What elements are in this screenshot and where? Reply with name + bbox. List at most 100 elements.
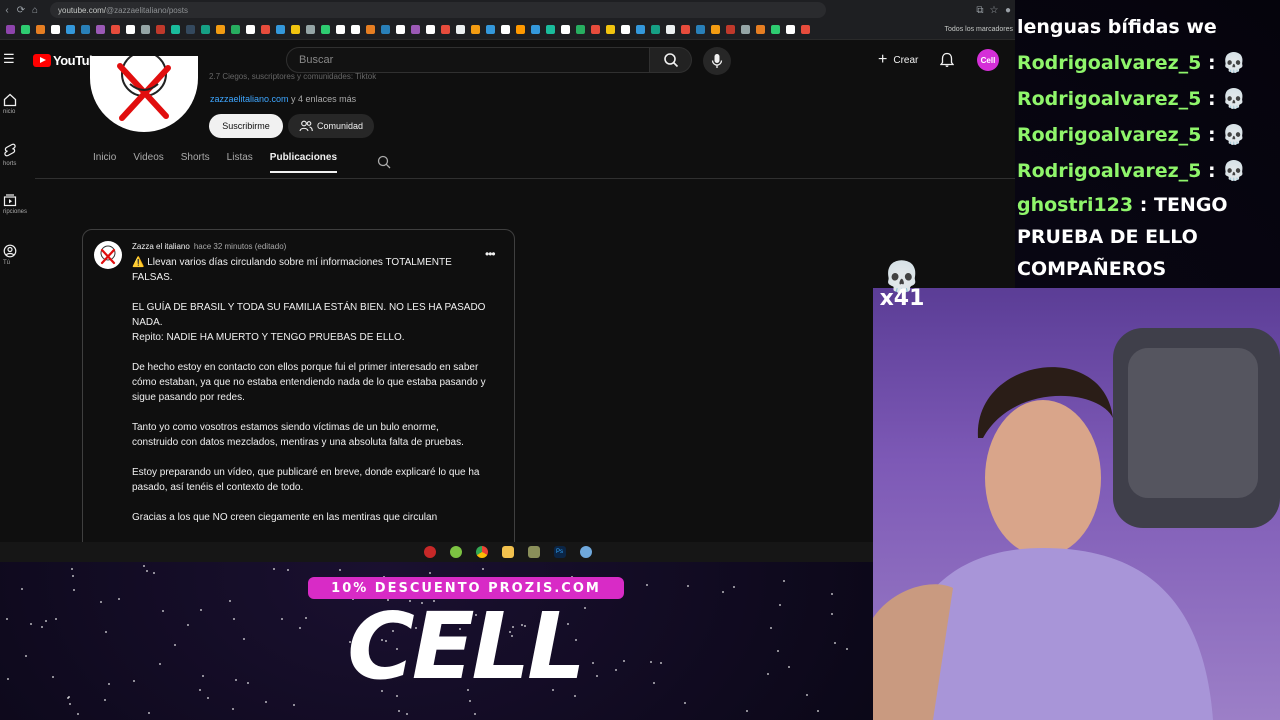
bookmark-icon[interactable] [741, 25, 750, 34]
channel-more-links[interactable]: y 4 enlaces más [289, 94, 356, 104]
bookmark-icon[interactable] [126, 25, 135, 34]
bookmark-icon[interactable] [456, 25, 465, 34]
bookmark-icon[interactable] [591, 25, 600, 34]
bookmark-icon[interactable] [381, 25, 390, 34]
extensions-icon[interactable]: ⧉ [973, 5, 987, 16]
bookmark-icon[interactable] [561, 25, 570, 34]
tab-inicio[interactable]: Inicio [93, 152, 116, 173]
address-bar[interactable]: youtube.com/@zazzaelitaliano/posts [50, 2, 826, 18]
bookmark-icon[interactable] [756, 25, 765, 34]
bookmark-icon[interactable] [516, 25, 525, 34]
star [200, 609, 202, 611]
bookmark-icon[interactable] [51, 25, 60, 34]
bookmark-icon[interactable] [66, 25, 75, 34]
bookmark-icon[interactable] [276, 25, 285, 34]
create-button[interactable]: + Crear [868, 48, 928, 72]
search-input[interactable]: Buscar [286, 47, 650, 73]
bookmark-icon[interactable] [426, 25, 435, 34]
bookmark-icon[interactable] [576, 25, 585, 34]
bookmark-icon[interactable] [711, 25, 720, 34]
bookmark-icon[interactable] [156, 25, 165, 34]
bookmark-icon[interactable] [786, 25, 795, 34]
menu-icon[interactable]: ☰ [3, 52, 15, 65]
folder-icon[interactable] [501, 546, 514, 558]
channel-website-link[interactable]: zazzaelitaliano.com [210, 94, 289, 104]
channel-avatar[interactable] [90, 56, 198, 132]
bookmark-icon[interactable] [651, 25, 660, 34]
tab-videos[interactable]: Videos [133, 152, 163, 173]
bookmark-icon[interactable] [681, 25, 690, 34]
rail-label-shorts: horts [3, 161, 17, 167]
bookmark-icon[interactable] [636, 25, 645, 34]
bookmark-icon[interactable] [366, 25, 375, 34]
rail-item-subscriptions[interactable]: ripciones [0, 193, 28, 215]
bookmark-icon[interactable] [606, 25, 615, 34]
tab-shorts[interactable]: Shorts [181, 152, 210, 173]
bookmark-icon[interactable] [771, 25, 780, 34]
profile-icon[interactable]: ● [1001, 5, 1015, 16]
bookmark-star-icon[interactable]: ☆ [987, 5, 1001, 16]
notifications-button[interactable] [939, 52, 955, 73]
bookmark-icon[interactable] [486, 25, 495, 34]
app-icon[interactable] [527, 546, 540, 558]
bookmark-icon[interactable] [666, 25, 675, 34]
bookmark-icon[interactable] [186, 25, 195, 34]
bookmark-icon[interactable] [531, 25, 540, 34]
channel-search-button[interactable] [377, 155, 391, 174]
app-icon[interactable] [579, 546, 592, 558]
back-icon[interactable]: ‹ [0, 5, 14, 16]
post-author-name[interactable]: Zazza el italiano [132, 242, 190, 251]
bookmark-icon[interactable] [396, 25, 405, 34]
bookmark-icon[interactable] [231, 25, 240, 34]
bookmark-icon[interactable] [216, 25, 225, 34]
bookmark-icon[interactable] [441, 25, 450, 34]
bookmark-icon[interactable] [411, 25, 420, 34]
search-button[interactable] [650, 47, 692, 73]
app-icon[interactable] [423, 546, 436, 558]
bookmark-icon[interactable] [291, 25, 300, 34]
bookmark-icon[interactable] [726, 25, 735, 34]
bookmark-icon[interactable] [351, 25, 360, 34]
all-bookmarks-link[interactable]: Todos los marcadores [945, 26, 1013, 33]
bookmark-icon[interactable] [141, 25, 150, 34]
rail-item-home[interactable]: nicio [0, 93, 28, 115]
bookmark-icon[interactable] [336, 25, 345, 34]
bookmark-icon[interactable] [201, 25, 210, 34]
rail-item-you[interactable]: Tú [0, 244, 28, 266]
reload-icon[interactable]: ⟳ [14, 5, 28, 16]
bookmark-icon[interactable] [261, 25, 270, 34]
bookmark-icon[interactable] [546, 25, 555, 34]
home-icon[interactable]: ⌂ [28, 5, 42, 16]
bookmark-icon[interactable] [321, 25, 330, 34]
rail-item-shorts[interactable]: horts [0, 143, 28, 167]
post-author-avatar[interactable] [94, 241, 122, 269]
bookmark-icon[interactable] [171, 25, 180, 34]
bookmark-icon[interactable] [696, 25, 705, 34]
tab-listas[interactable]: Listas [227, 152, 253, 173]
bookmark-icon[interactable] [111, 25, 120, 34]
post-timestamp[interactable]: hace 32 minutos (editado) [194, 242, 287, 251]
tab-publicaciones[interactable]: Publicaciones [269, 152, 338, 173]
chrome-icon[interactable] [475, 546, 488, 558]
bookmark-icon[interactable] [621, 25, 630, 34]
voice-search-button[interactable] [703, 47, 731, 75]
star [650, 661, 652, 663]
bookmark-icon[interactable] [81, 25, 90, 34]
bookmark-icon[interactable] [36, 25, 45, 34]
community-button[interactable]: Comunidad [288, 114, 374, 138]
bookmark-icon[interactable] [6, 25, 15, 34]
account-avatar[interactable]: Cell [977, 49, 999, 71]
bookmark-icon[interactable] [306, 25, 315, 34]
home-icon [3, 93, 17, 107]
chat-separator: : [1208, 52, 1216, 74]
bookmark-icon[interactable] [96, 25, 105, 34]
photoshop-icon[interactable]: Ps [553, 546, 566, 558]
subscribe-button[interactable]: Suscribirme [209, 114, 283, 138]
star [273, 568, 275, 570]
bookmark-icon[interactable] [471, 25, 480, 34]
bookmark-icon[interactable] [246, 25, 255, 34]
bookmark-icon[interactable] [21, 25, 30, 34]
app-icon[interactable] [449, 546, 462, 558]
bookmark-icon[interactable] [801, 25, 810, 34]
bookmark-icon[interactable] [501, 25, 510, 34]
